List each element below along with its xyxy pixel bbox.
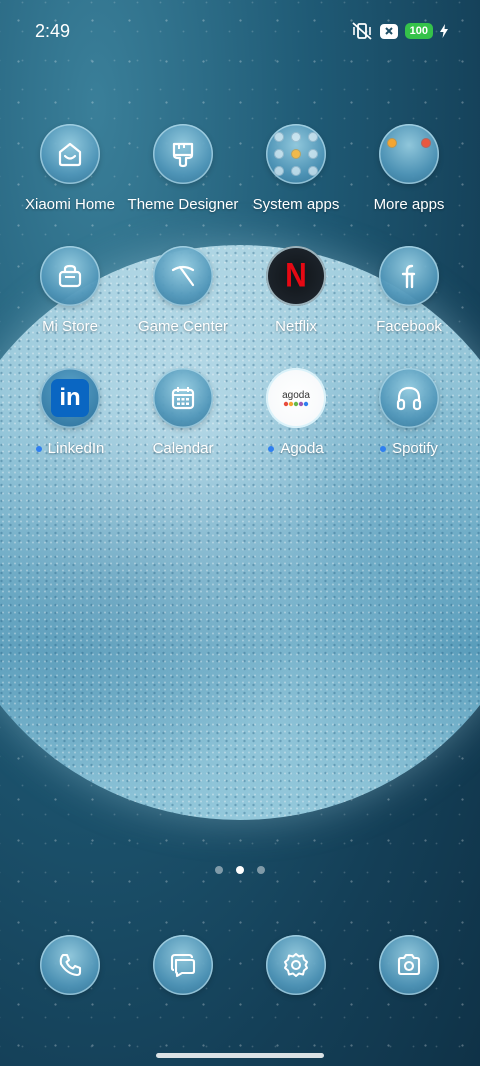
agoda-logo-text: agoda [282, 389, 310, 401]
app-label: Game Center [137, 318, 229, 335]
xiaomi-home-icon [40, 124, 100, 184]
home-gesture-bar[interactable] [156, 1053, 324, 1058]
app-label: System apps [252, 196, 340, 213]
app-mi-store[interactable]: Mi Store [11, 246, 129, 335]
new-install-dot [380, 445, 387, 452]
app-calendar[interactable]: Calendar [124, 368, 242, 457]
folder-icon [266, 124, 326, 184]
linkedin-logo-letters: in [59, 384, 81, 411]
x-box-icon [379, 23, 398, 39]
app-game-center[interactable]: Game Center [124, 246, 242, 335]
app-spotify[interactable]: Spotify [350, 368, 468, 457]
folder-icon [379, 124, 439, 184]
app-label: Agoda [237, 440, 355, 457]
app-label: Xiaomi Home [24, 196, 116, 213]
app-xiaomi-home[interactable]: Xiaomi Home [11, 124, 129, 213]
camera-icon [379, 935, 439, 995]
linkedin-icon: in [40, 368, 100, 428]
agoda-icon: agoda [266, 368, 326, 428]
netflix-icon: N [266, 246, 326, 306]
dock-settings[interactable] [237, 935, 355, 995]
app-label: Calendar [152, 440, 214, 457]
page-dot[interactable] [215, 866, 223, 874]
app-label: LinkedIn [11, 440, 129, 457]
new-install-dot [35, 445, 42, 452]
status-icons: 100 [351, 21, 448, 41]
new-install-dot [268, 445, 275, 452]
messages-icon [153, 935, 213, 995]
phone-icon [40, 935, 100, 995]
status-bar: 2:49 100 [0, 0, 480, 64]
game-center-icon [153, 246, 213, 306]
mute-vibrate-icon [351, 22, 373, 40]
page-indicator [0, 866, 480, 874]
shopping-bag-icon [40, 246, 100, 306]
brush-icon [153, 124, 213, 184]
netflix-logo-letter: N [285, 256, 307, 295]
headphones-icon [379, 368, 439, 428]
app-agoda[interactable]: agoda Agoda [237, 368, 355, 457]
app-netflix[interactable]: N Netflix [237, 246, 355, 335]
dock-phone[interactable] [11, 935, 129, 995]
app-label: More apps [373, 196, 445, 213]
folder-preview [387, 138, 431, 148]
app-linkedin[interactable]: in LinkedIn [11, 368, 129, 457]
page-dot-active[interactable] [236, 866, 244, 874]
gear-icon [266, 935, 326, 995]
app-label: Facebook [376, 318, 442, 335]
folder-preview [274, 132, 318, 176]
charging-bolt-icon [440, 24, 448, 38]
facebook-icon [379, 246, 439, 306]
app-theme-designer[interactable]: Theme Designer [124, 124, 242, 213]
app-label: Netflix [275, 318, 317, 335]
status-time: 2:49 [35, 21, 71, 41]
dock-camera[interactable] [350, 935, 468, 995]
folder-more-apps[interactable]: More apps [350, 124, 468, 213]
app-label: Theme Designer [127, 196, 239, 213]
page-dot[interactable] [257, 866, 265, 874]
app-facebook[interactable]: Facebook [350, 246, 468, 335]
calendar-icon [153, 368, 213, 428]
battery-icon: 100 [404, 23, 433, 39]
dock-messages[interactable] [124, 935, 242, 995]
folder-system-apps[interactable]: System apps [237, 124, 355, 213]
app-label: Spotify [350, 440, 468, 457]
app-label: Mi Store [42, 318, 98, 335]
